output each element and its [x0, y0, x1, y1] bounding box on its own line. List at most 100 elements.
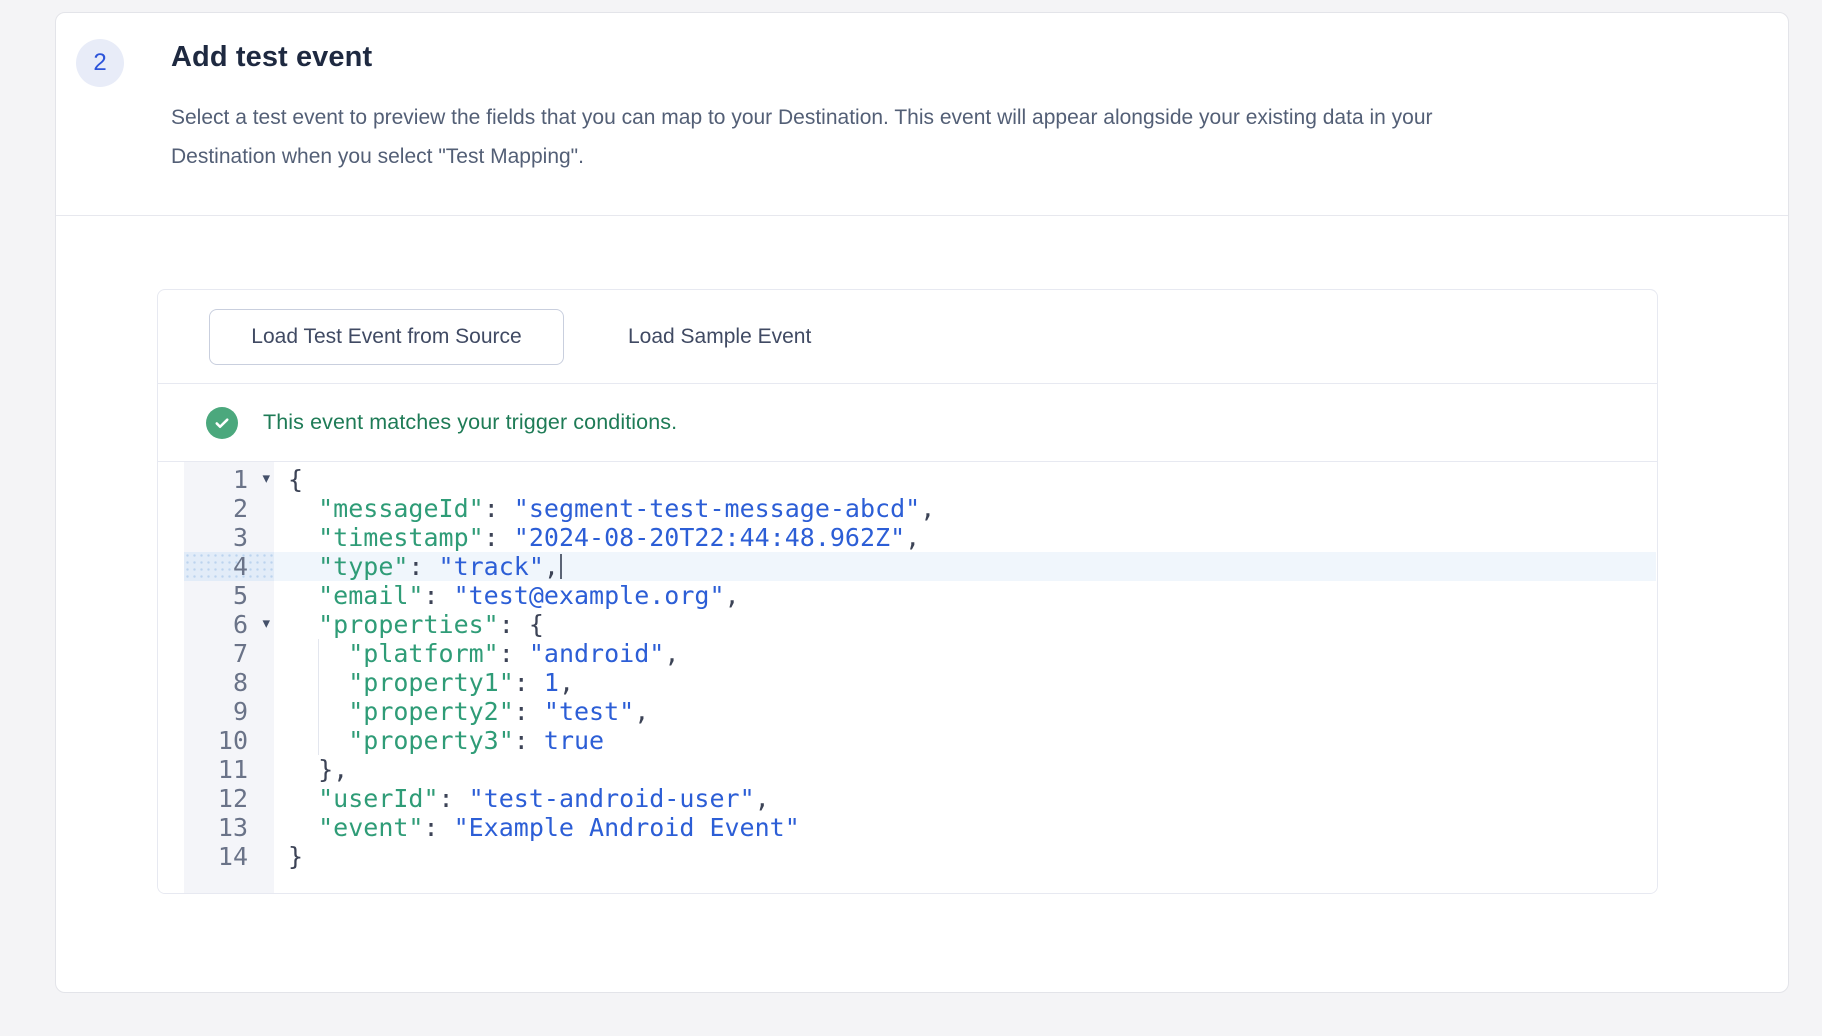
code-token: ,	[905, 523, 920, 552]
step-number-badge: 2	[76, 39, 124, 87]
code-line[interactable]: 3 "timestamp": "2024-08-20T22:44:48.962Z…	[184, 523, 1656, 552]
step-description-line1: Select a test event to preview the field…	[171, 106, 1433, 129]
line-number: 10	[184, 726, 274, 755]
code-token: "test-android-user"	[469, 784, 755, 813]
code-token: :	[423, 813, 453, 842]
code-token: "email"	[318, 581, 423, 610]
code-line[interactable]: 1▾ {	[184, 465, 1656, 494]
code-line[interactable]: 10 "property3": true	[184, 726, 1656, 755]
code-token: :	[484, 494, 514, 523]
trigger-status-bar: This event matches your trigger conditio…	[158, 384, 1657, 461]
code-line[interactable]: 13 "event": "Example Android Event"	[184, 813, 1656, 842]
code-content[interactable]: "timestamp": "2024-08-20T22:44:48.962Z",	[274, 523, 1656, 552]
code-token: "track"	[439, 552, 544, 581]
line-number: 2	[184, 494, 274, 523]
code-token: "type"	[318, 552, 408, 581]
code-content[interactable]: "property2": "test",	[274, 697, 1656, 726]
code-token: :	[408, 552, 438, 581]
code-token: "Example Android Event"	[454, 813, 800, 842]
step-description: Select a test event to preview the field…	[171, 98, 1531, 176]
code-line[interactable]: 7 "platform": "android",	[184, 639, 1656, 668]
code-token	[288, 784, 318, 813]
step-description-line2: Destination when you select "Test Mappin…	[171, 145, 584, 168]
code-line[interactable]: 9 "property2": "test",	[184, 697, 1656, 726]
code-token: "property2"	[348, 697, 514, 726]
code-token: :	[499, 639, 529, 668]
code-token: :	[423, 581, 453, 610]
line-number: 9	[184, 697, 274, 726]
code-content[interactable]: },	[274, 755, 1656, 784]
code-token: true	[544, 726, 604, 755]
code-line[interactable]: 11 },	[184, 755, 1656, 784]
code-token: ,	[544, 552, 559, 581]
code-content[interactable]: "platform": "android",	[274, 639, 1656, 668]
code-content[interactable]: "properties": {	[274, 610, 1656, 639]
line-number: 3	[184, 523, 274, 552]
line-number: 7	[184, 639, 274, 668]
code-token: "test@example.org"	[454, 581, 725, 610]
code-content[interactable]: "type": "track",	[274, 552, 1656, 581]
code-content[interactable]: "messageId": "segment-test-message-abcd"…	[274, 494, 1656, 523]
code-token: "messageId"	[318, 494, 484, 523]
code-content[interactable]: "event": "Example Android Event"	[274, 813, 1656, 842]
code-content[interactable]: }	[274, 842, 1656, 871]
line-number: 13	[184, 813, 274, 842]
code-line[interactable]: 5 "email": "test@example.org",	[184, 581, 1656, 610]
check-circle-icon	[206, 407, 238, 439]
test-event-panel: Load Test Event from Source Load Sample …	[157, 289, 1658, 894]
load-test-event-button[interactable]: Load Test Event from Source	[209, 309, 564, 365]
code-token: "segment-test-message-abcd"	[514, 494, 920, 523]
fold-arrow-icon[interactable]: ▾	[262, 609, 270, 638]
code-token	[288, 813, 318, 842]
editor-lines: 1▾{2 "messageId": "segment-test-message-…	[184, 465, 1656, 871]
code-token: :	[484, 523, 514, 552]
code-line[interactable]: 4 "type": "track",	[184, 552, 1656, 581]
code-token	[288, 552, 318, 581]
code-line[interactable]: 2 "messageId": "segment-test-message-abc…	[184, 494, 1656, 523]
indent-guide	[318, 668, 319, 697]
json-editor[interactable]: 1▾{2 "messageId": "segment-test-message-…	[158, 462, 1657, 893]
code-token: :	[514, 668, 544, 697]
code-line[interactable]: 8 "property1": 1,	[184, 668, 1656, 697]
code-token: :	[439, 784, 469, 813]
code-token: "event"	[318, 813, 423, 842]
code-token: ,	[920, 494, 935, 523]
line-number: 14	[184, 842, 274, 871]
code-token: }	[288, 842, 303, 871]
code-content[interactable]: "property1": 1,	[274, 668, 1656, 697]
code-content[interactable]: {	[274, 465, 1656, 494]
code-token: "2024-08-20T22:44:48.962Z"	[514, 523, 905, 552]
line-number: 4	[184, 552, 274, 581]
code-token: "test"	[544, 697, 634, 726]
code-token: : {	[499, 610, 544, 639]
header-divider	[56, 215, 1788, 216]
page-title: Add test event	[171, 41, 372, 74]
code-token: "timestamp"	[318, 523, 484, 552]
load-sample-event-button[interactable]: Load Sample Event	[624, 309, 815, 365]
code-token: ,	[725, 581, 740, 610]
trigger-status-text: This event matches your trigger conditio…	[263, 410, 677, 435]
code-line[interactable]: 14}	[184, 842, 1656, 871]
code-token: "property1"	[348, 668, 514, 697]
code-token: ,	[755, 784, 770, 813]
step-number: 2	[93, 49, 106, 77]
fold-arrow-icon[interactable]: ▾	[262, 464, 270, 493]
line-number: 5	[184, 581, 274, 610]
code-token: :	[514, 697, 544, 726]
code-content[interactable]: "email": "test@example.org",	[274, 581, 1656, 610]
line-number: 8	[184, 668, 274, 697]
code-token: 1	[544, 668, 559, 697]
code-line[interactable]: 6▾ "properties": {	[184, 610, 1656, 639]
line-number: 1▾	[184, 465, 274, 494]
indent-guide	[318, 697, 319, 726]
code-token	[288, 494, 318, 523]
code-token: :	[514, 726, 544, 755]
indent-guide	[318, 726, 319, 755]
code-token: {	[288, 465, 303, 494]
code-line[interactable]: 12 "userId": "test-android-user",	[184, 784, 1656, 813]
code-token: "properties"	[318, 610, 499, 639]
code-token: "platform"	[348, 639, 499, 668]
add-test-event-card: 2 Add test event Select a test event to …	[55, 12, 1789, 993]
code-content[interactable]: "userId": "test-android-user",	[274, 784, 1656, 813]
code-content[interactable]: "property3": true	[274, 726, 1656, 755]
